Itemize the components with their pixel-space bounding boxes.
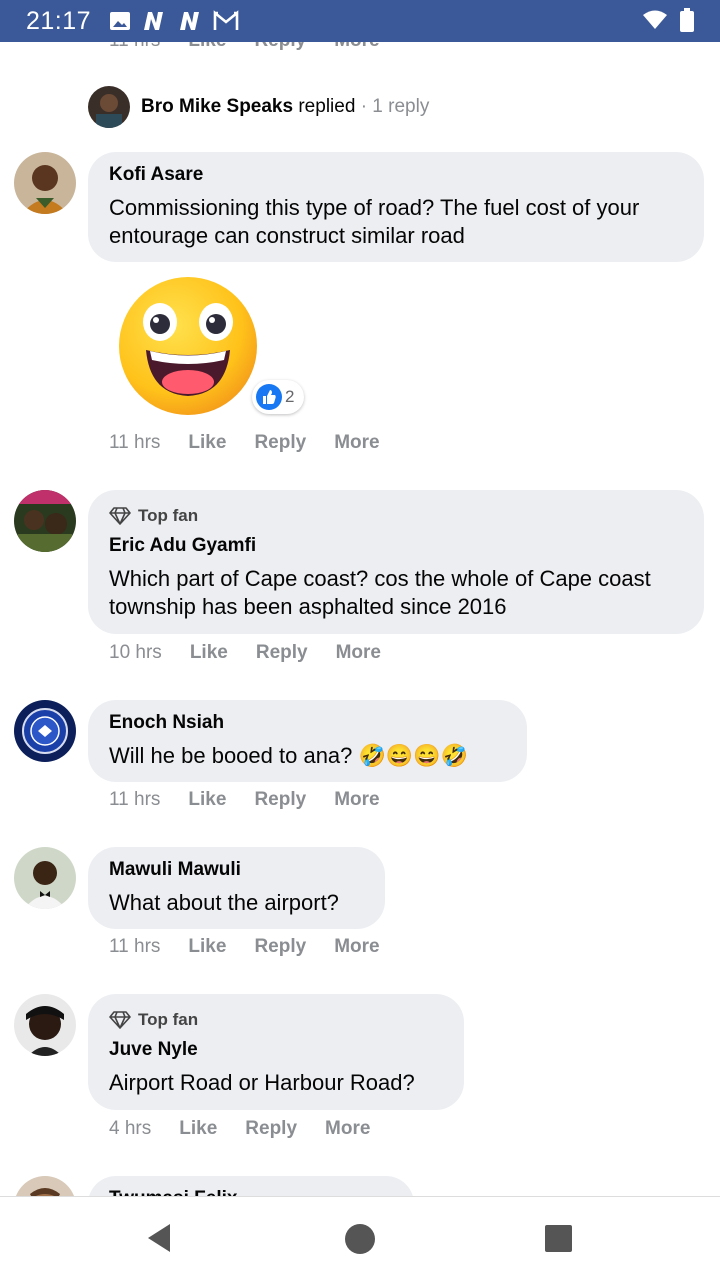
comment-time: 11 hrs: [109, 42, 160, 52]
gmail-icon: [213, 10, 239, 30]
home-icon[interactable]: [344, 1223, 376, 1255]
reply-button[interactable]: Reply: [254, 789, 306, 811]
diamond-icon: [109, 1011, 131, 1029]
reaction-summary[interactable]: 2: [252, 380, 304, 414]
badge-label: Top fan: [138, 1010, 199, 1029]
comment-time: 11 hrs: [109, 936, 161, 957]
sticker-emoji: [119, 277, 257, 415]
comment-actions: 10 hrs Like Reply More: [109, 642, 409, 664]
comment-actions: 11 hrs Like Reply More: [109, 936, 408, 958]
like-button[interactable]: Like: [188, 432, 226, 454]
recents-icon[interactable]: [545, 1225, 572, 1252]
comment-bubble[interactable]: Top fan Juve Nyle Airport Road or Harbou…: [88, 994, 464, 1110]
separator: ·: [360, 96, 368, 117]
avatar[interactable]: [14, 700, 76, 762]
avatar[interactable]: [14, 994, 76, 1056]
status-bar: 21:17: [0, 0, 720, 42]
comment-time: 4 hrs: [109, 1118, 152, 1139]
comment-text: Will he be booed to ana? 🤣😄😄🤣: [109, 743, 469, 768]
avatar[interactable]: [14, 847, 76, 909]
diamond-icon: [109, 507, 131, 525]
top-fan-badge: Top fan: [109, 506, 683, 526]
reply-button[interactable]: Reply: [254, 936, 306, 958]
reply-button[interactable]: Reply: [254, 42, 306, 52]
reply-button[interactable]: Reply: [256, 642, 308, 664]
notification-n-icon: [144, 12, 164, 30]
system-nav-bar: [0, 1196, 720, 1281]
like-button[interactable]: Like: [190, 642, 228, 664]
comment-time: 10 hrs: [109, 642, 162, 663]
like-button[interactable]: Like: [188, 789, 226, 811]
comment-text: Which part of Cape coast? cos the whole …: [109, 566, 651, 619]
more-button[interactable]: More: [325, 1118, 370, 1140]
avatar[interactable]: [14, 1176, 76, 1196]
more-button[interactable]: More: [334, 789, 379, 811]
comment-text: What about the airport?: [109, 890, 339, 915]
replier-name: Bro Mike Speaks: [141, 96, 294, 117]
battery-icon: [680, 8, 694, 32]
more-button[interactable]: More: [334, 936, 379, 958]
clock: 21:17: [26, 6, 92, 35]
comments-feed[interactable]: 11 hrs Like Reply More Bro Mike Speaks r…: [0, 42, 720, 1196]
badge-label: Top fan: [138, 506, 199, 525]
more-button[interactable]: More: [336, 642, 381, 664]
commenter-name[interactable]: Twumasi Felix: [109, 1188, 393, 1196]
avatar[interactable]: [14, 490, 76, 552]
replied-label: replied: [298, 96, 356, 117]
like-reaction-icon: [256, 384, 282, 410]
avatar[interactable]: [14, 152, 76, 214]
wifi-icon: [643, 10, 667, 29]
comment-actions: 11 hrs Like Reply More: [109, 432, 408, 454]
more-button[interactable]: More: [334, 432, 379, 454]
gallery-icon: [110, 12, 131, 30]
avatar[interactable]: [88, 86, 130, 128]
commenter-name[interactable]: Enoch Nsiah: [109, 712, 506, 734]
reply-button[interactable]: Reply: [245, 1118, 297, 1140]
more-button[interactable]: More: [334, 42, 379, 52]
comment-bubble[interactable]: Enoch Nsiah Will he be booed to ana? 🤣😄😄…: [88, 700, 527, 782]
notification-n-icon: [180, 12, 200, 30]
comment-time: 11 hrs: [109, 432, 161, 453]
reaction-count: 2: [285, 387, 295, 406]
comment-text: Commissioning this type of road? The fue…: [109, 195, 640, 248]
like-button[interactable]: Like: [179, 1118, 217, 1140]
commenter-name[interactable]: Kofi Asare: [109, 164, 683, 186]
commenter-name[interactable]: Mawuli Mawuli: [109, 859, 364, 881]
like-button[interactable]: Like: [188, 936, 226, 958]
view-replies-link[interactable]: Bro Mike Speaks replied · 1 reply: [88, 86, 429, 128]
commenter-name[interactable]: Eric Adu Gyamfi: [109, 535, 683, 557]
comment-actions: 11 hrs Like Reply More: [109, 789, 408, 811]
comment-time: 11 hrs: [109, 789, 161, 810]
comment-bubble[interactable]: Mawuli Mawuli What about the airport?: [88, 847, 385, 929]
comment-text: Airport Road or Harbour Road?: [109, 1070, 415, 1095]
comment-actions: 11 hrs Like Reply More: [109, 42, 380, 52]
reply-count: 1 reply: [372, 96, 430, 117]
comment-bubble[interactable]: Top fan Eric Adu Gyamfi Which part of Ca…: [88, 490, 704, 634]
commenter-name[interactable]: Juve Nyle: [109, 1039, 443, 1061]
comment-actions: 4 hrs Like Reply More: [109, 1118, 398, 1140]
back-icon[interactable]: [146, 1223, 172, 1253]
comment-bubble[interactable]: Twumasi Felix: [88, 1176, 414, 1196]
like-button[interactable]: Like: [188, 42, 226, 52]
top-fan-badge: Top fan: [109, 1010, 443, 1030]
comment-bubble[interactable]: Kofi Asare Commissioning this type of ro…: [88, 152, 704, 262]
reply-button[interactable]: Reply: [254, 432, 306, 454]
